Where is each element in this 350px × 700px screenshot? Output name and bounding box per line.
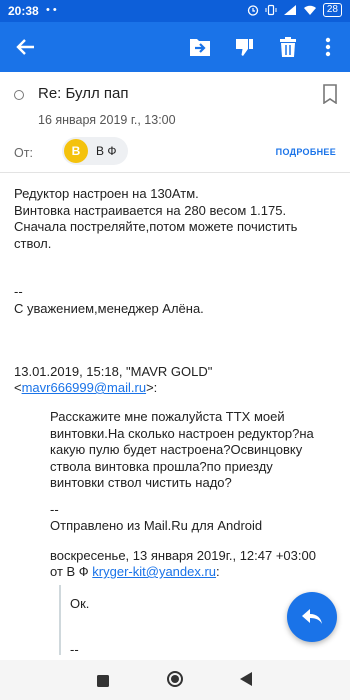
back-icon[interactable] <box>240 672 252 691</box>
body-line: Винтовка настраивается на 280 весом 1.17… <box>14 202 287 218</box>
quoted-line: Расскажите мне пожалуйста ТТХ моей <box>50 409 285 424</box>
reply-header: воскресенье, 13 января 2019г., 12:47 +03… <box>50 548 316 563</box>
battery-icon: 28 <box>322 3 342 17</box>
wifi-icon <box>303 5 316 15</box>
body-line: Сначала постреляйте,потом можете почисти… <box>14 219 298 234</box>
thumbs-down-icon[interactable] <box>232 35 256 59</box>
quoted-message: Расскажите мне пожалуйста ТТХ моей винто… <box>50 409 340 492</box>
vibrate-icon <box>265 4 277 16</box>
message-date: 16 января 2019 г., 13:00 <box>38 113 176 127</box>
reply-prefix: от В Ф <box>50 564 93 579</box>
status-time: 20:38 <box>8 4 39 18</box>
nested-dash: -- <box>70 642 79 657</box>
quoted-line: какую пулю будет настроена?Освинцовку <box>50 442 303 457</box>
quote-header: 13.01.2019, 15:18, "MAVR GOLD" <box>14 364 213 379</box>
body-line: ствол. <box>14 235 52 251</box>
alarm-icon <box>247 5 259 16</box>
quote-prefix: < <box>14 380 22 395</box>
message-subject: Re: Булл пап <box>38 85 129 102</box>
from-label: От: <box>14 146 33 160</box>
signature: С уважением,менеджер Алёна. <box>14 301 204 316</box>
unread-toggle-icon[interactable] <box>14 90 24 100</box>
reply-suffix: : <box>216 564 220 579</box>
quote-bar <box>59 585 61 655</box>
divider <box>0 172 350 173</box>
app-bar <box>0 22 350 72</box>
reply-icon <box>302 609 322 624</box>
status-bar: 20:38 • • 28 <box>0 0 350 22</box>
bookmark-icon[interactable] <box>322 84 338 109</box>
quoted-line: винтовки.На сколько настроен редуктор?на <box>50 425 314 441</box>
signal-icon <box>283 5 296 15</box>
system-nav-bar <box>0 660 350 700</box>
sent-from: Отправлено из Mail.Ru для Android <box>50 518 263 533</box>
quote-header-email-line: <mavr666999@mail.ru>: <box>14 380 157 395</box>
message-body: Редуктор настроен на 130Атм. Винтовка на… <box>14 186 339 252</box>
nested-ok: Ок. <box>70 596 90 611</box>
body-line: Редуктор настроен на 130Атм. <box>14 186 199 201</box>
notification-dots-icon: • • <box>46 4 57 16</box>
sender-email-link[interactable]: mavr666999@mail.ru <box>22 380 146 395</box>
quote-suffix: >: <box>146 380 158 395</box>
reply-email-link[interactable]: kryger-kit@yandex.ru <box>92 564 216 579</box>
sender-chip[interactable]: В В Ф <box>62 137 128 165</box>
more-vert-icon[interactable] <box>316 35 340 59</box>
home-icon[interactable] <box>166 670 184 693</box>
recents-icon[interactable] <box>97 674 109 692</box>
back-arrow-icon[interactable] <box>14 35 38 59</box>
quoted-line: винтовки ствол чистить надо? <box>50 475 232 490</box>
signature-dash: -- <box>14 284 23 299</box>
quoted-line: ствола винтовка прошла?по приезду <box>50 458 273 474</box>
reply-button[interactable] <box>287 592 337 642</box>
move-to-folder-icon[interactable] <box>188 35 212 59</box>
reply-header-email-line: от В Ф kryger-kit@yandex.ru: <box>50 564 220 579</box>
sender-name: В Ф <box>96 144 117 158</box>
status-icons: 28 <box>247 3 342 17</box>
quoted-sig-dash: -- <box>50 502 59 517</box>
avatar: В <box>64 139 88 163</box>
subject-row: Re: Булл пап <box>0 80 350 110</box>
trash-icon[interactable] <box>276 35 300 59</box>
details-link[interactable]: ПОДРОБНЕЕ <box>276 147 336 157</box>
